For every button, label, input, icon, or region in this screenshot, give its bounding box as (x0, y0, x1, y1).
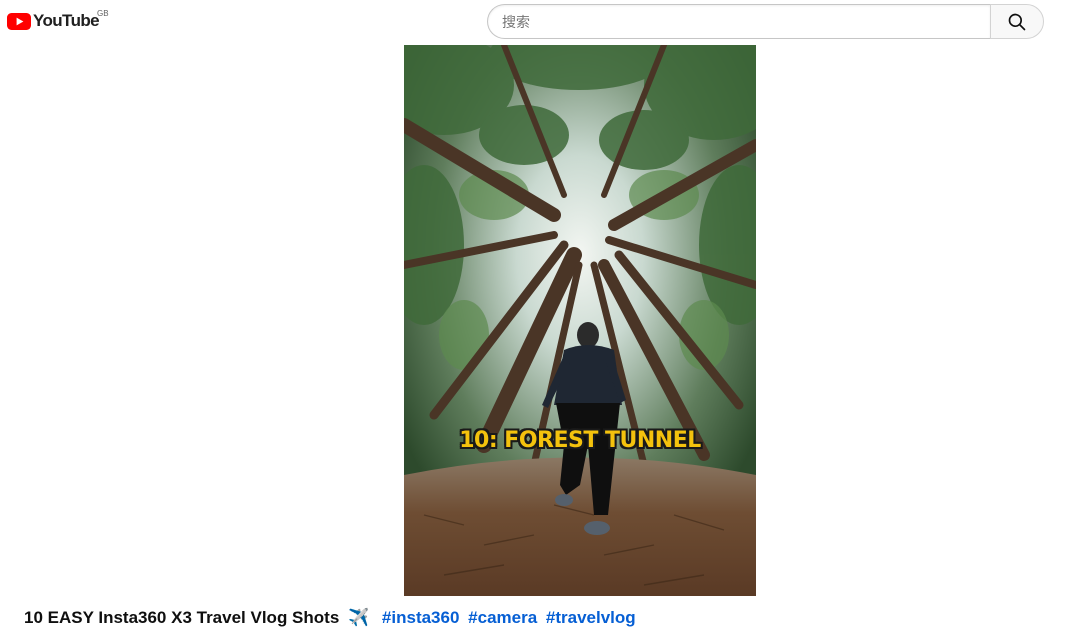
search-box (487, 4, 1044, 39)
masthead: YouTube GB (0, 0, 1080, 44)
search-input[interactable] (487, 4, 990, 39)
youtube-play-icon (7, 12, 31, 30)
hashtag-travelvlog[interactable]: #travelvlog (546, 608, 636, 627)
video-title: 10 EASY Insta360 X3 Travel Vlog Shots ✈️… (24, 606, 636, 630)
video-frame (404, 45, 756, 596)
search-icon (1008, 13, 1026, 30)
hashtag-insta360[interactable]: #insta360 (382, 608, 460, 627)
youtube-logo[interactable]: YouTube GB (7, 9, 109, 32)
logo-wordmark: YouTube (33, 11, 100, 30)
search-button[interactable] (990, 4, 1044, 39)
hashtag-camera[interactable]: #camera (468, 608, 537, 627)
video-player[interactable]: 10: FOREST TUNNEL (404, 45, 756, 596)
video-title-text: 10 EASY Insta360 X3 Travel Vlog Shots (24, 608, 340, 627)
airplane-icon: ✈️ (348, 608, 370, 627)
country-code: GB (97, 9, 109, 18)
